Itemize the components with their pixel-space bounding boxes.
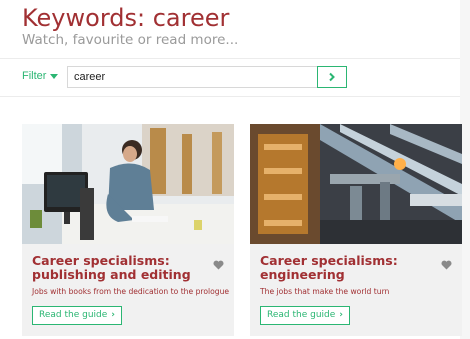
chevron-right-icon: › bbox=[339, 310, 343, 320]
read-guide-label: Read the guide bbox=[39, 310, 108, 320]
caret-down-icon bbox=[50, 73, 59, 79]
chevron-right-icon: › bbox=[111, 310, 115, 320]
read-guide-label: Read the guide bbox=[267, 310, 336, 320]
card-title[interactable]: Career specialisms: publishing and editi… bbox=[32, 254, 207, 282]
heart-icon[interactable] bbox=[213, 257, 224, 275]
search-input[interactable] bbox=[67, 66, 317, 88]
card-image-office bbox=[22, 124, 234, 244]
read-guide-button[interactable]: Read the guide › bbox=[32, 306, 122, 325]
card-description: Jobs with books from the dedication to t… bbox=[32, 287, 230, 296]
page: Keywords: career Watch, favourite or rea… bbox=[0, 0, 462, 339]
page-title: Keywords: career bbox=[22, 4, 230, 32]
search-submit-button[interactable] bbox=[317, 66, 347, 88]
heart-icon[interactable] bbox=[441, 257, 452, 275]
card-title[interactable]: Career specialisms: engineering bbox=[260, 254, 435, 282]
read-guide-button[interactable]: Read the guide › bbox=[260, 306, 350, 325]
divider bbox=[0, 96, 460, 97]
filter-label: Filter bbox=[22, 70, 47, 82]
divider bbox=[0, 58, 460, 59]
filter-button[interactable]: Filter bbox=[22, 70, 59, 82]
chevron-right-icon bbox=[329, 72, 335, 82]
card-image-engineering bbox=[250, 124, 462, 244]
guide-card[interactable]: Career specialisms: engineering The jobs… bbox=[250, 124, 462, 336]
card-description: The jobs that make the world turn bbox=[260, 287, 390, 296]
page-subtitle: Watch, favourite or read more... bbox=[22, 32, 239, 48]
page-header: Keywords: career Watch, favourite or rea… bbox=[22, 0, 238, 48]
guide-card[interactable]: Career specialisms: publishing and editi… bbox=[22, 124, 234, 336]
